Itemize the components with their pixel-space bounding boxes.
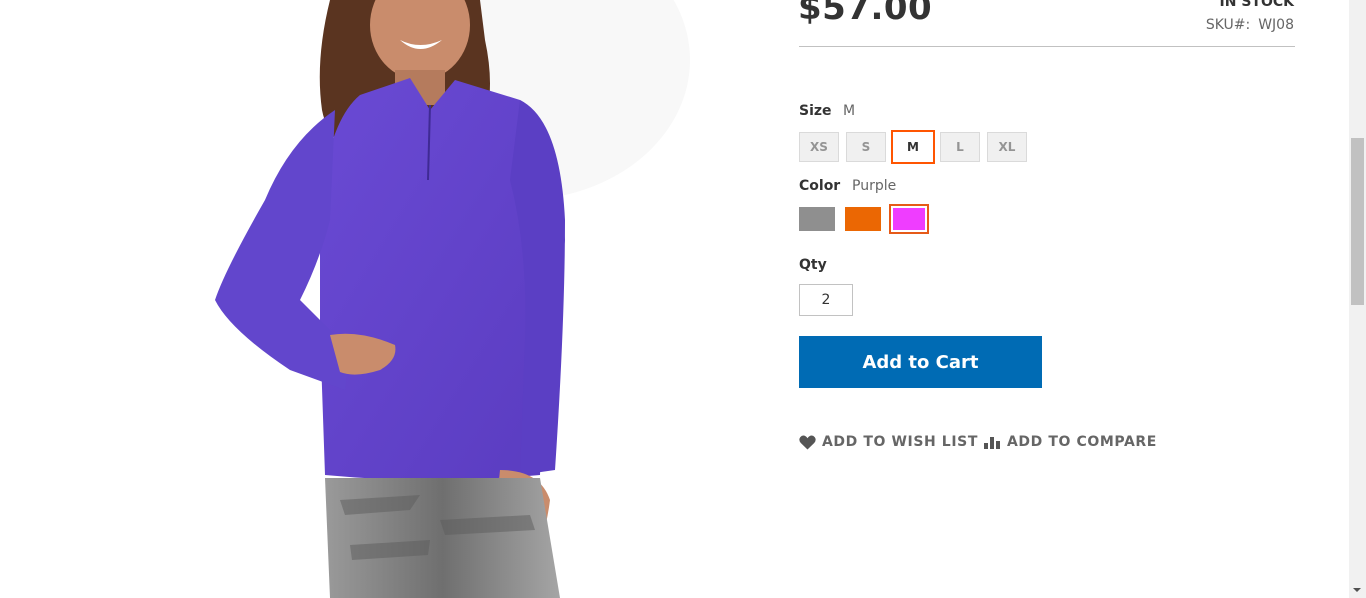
product-page: $57.00 IN STOCK SKU#: WJ08 Size M XS S M … xyxy=(0,0,1349,598)
size-option-l[interactable]: L xyxy=(940,132,980,162)
sku-value: WJ08 xyxy=(1258,17,1294,33)
size-label: Size xyxy=(799,103,832,119)
heart-icon xyxy=(799,434,816,449)
size-selected-value: M xyxy=(843,103,856,119)
color-swatch-purple[interactable] xyxy=(889,204,929,234)
product-price: $57.00 xyxy=(798,0,933,28)
scrollbar-thumb[interactable] xyxy=(1351,138,1364,305)
color-swatch-purple-fill xyxy=(893,208,925,230)
add-to-wishlist-link[interactable]: ADD TO WISH LIST xyxy=(799,434,978,450)
color-selected-value: Purple xyxy=(852,178,897,194)
product-sku: SKU#: WJ08 xyxy=(1206,17,1294,33)
page-scrollbar[interactable] xyxy=(1349,0,1366,598)
wishlist-label: ADD TO WISH LIST xyxy=(822,434,978,450)
price-divider xyxy=(799,46,1295,47)
sku-label: SKU#: xyxy=(1205,17,1251,33)
stock-status: IN STOCK xyxy=(1219,0,1294,10)
size-option-m[interactable]: M xyxy=(890,129,936,165)
size-option-xs[interactable]: XS xyxy=(799,132,839,162)
size-option-xl[interactable]: XL xyxy=(987,132,1027,162)
qty-label: Qty xyxy=(799,257,827,273)
product-image[interactable] xyxy=(0,0,760,598)
color-swatch-gray[interactable] xyxy=(799,207,835,231)
compare-label: ADD TO COMPARE xyxy=(1007,434,1157,450)
add-to-compare-link[interactable]: ADD TO COMPARE xyxy=(984,434,1157,450)
compare-bars-icon xyxy=(984,437,1000,449)
product-photo-illustration xyxy=(215,0,690,598)
color-label: Color xyxy=(799,178,841,194)
size-option-s[interactable]: S xyxy=(846,132,886,162)
color-swatch-orange[interactable] xyxy=(845,207,881,231)
qty-input[interactable] xyxy=(799,284,853,316)
add-to-cart-button[interactable]: Add to Cart xyxy=(799,336,1042,388)
scroll-down-arrow-icon[interactable] xyxy=(1353,588,1361,592)
